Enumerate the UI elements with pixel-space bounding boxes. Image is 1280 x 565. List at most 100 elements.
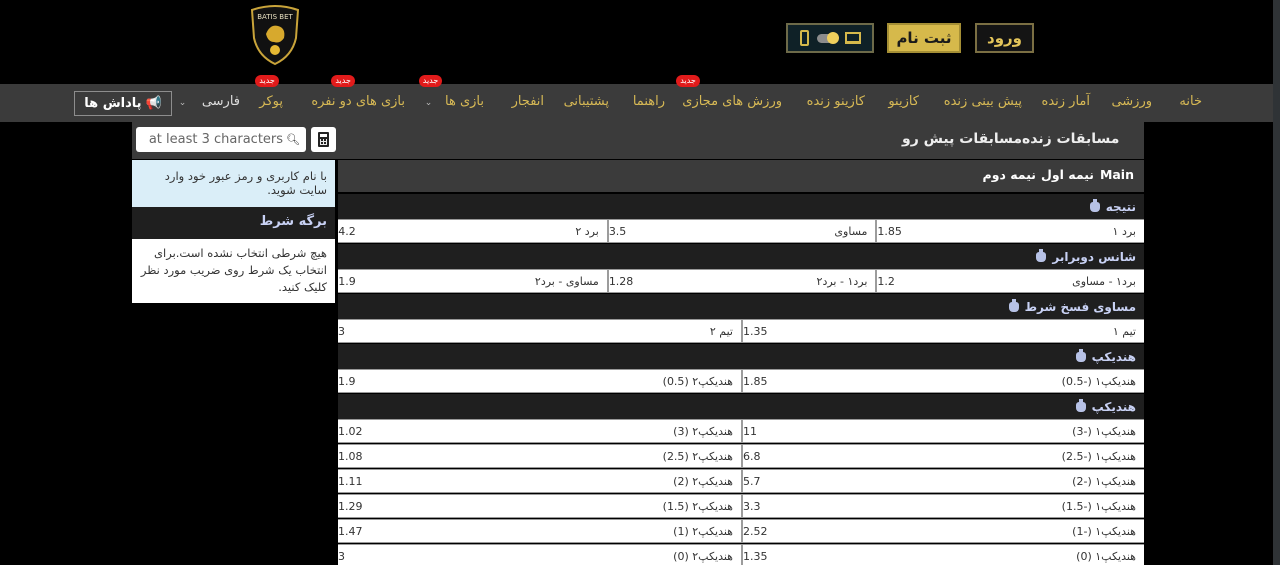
nav-label: ورزش های مجازی <box>682 94 782 109</box>
market-title: هندیکپ <box>1091 399 1136 414</box>
outcome-label: تیم ۱ <box>1112 324 1136 338</box>
outcome-label: مساوی <box>834 224 868 238</box>
odd-value: 6.8 <box>743 449 761 463</box>
nav-label: آمار زنده <box>1041 94 1090 109</box>
odds-cell[interactable]: هندیکپ۲ (1) 1.47 <box>338 520 741 542</box>
nav-label: راهنما <box>632 94 665 109</box>
outcome-label: هندیکپ۲ (0) <box>673 549 733 563</box>
language-select[interactable]: فارسی ⌄ <box>179 84 240 122</box>
odds-cell[interactable]: هندیکپ۲ (1.5) 1.29 <box>338 495 741 517</box>
outcome-label: برد ۱ <box>1112 224 1136 238</box>
search-input[interactable]: at least 3 characters 🔍︎ <box>136 127 306 152</box>
nav-label: انفجار <box>511 94 544 109</box>
outcome-label: هندیکپ۱ (-0.5) <box>1061 374 1136 388</box>
nav-item-virtual-sports[interactable]: ورزش های مجازی جدید <box>676 75 782 122</box>
odds-cell[interactable]: هندیکپ۲ (0) 3 <box>338 545 741 565</box>
nav-item-games[interactable]: بازی ها ⌄ جدید <box>418 75 484 122</box>
odds-cell[interactable]: هندیکپ۱ (-2.5) 6.8 <box>741 445 1144 467</box>
odds-cell[interactable]: هندیکپ۱ (0) 1.35 <box>741 545 1144 565</box>
chevron-down-icon: ⌄ <box>178 98 198 108</box>
market-header[interactable]: نتیجه <box>338 194 1144 219</box>
register-button[interactable]: ثبت نام <box>887 23 961 53</box>
nav-item-live-stats[interactable]: آمار زنده <box>1042 84 1090 122</box>
main-nav: خانه ورزشی آمار زنده پیش بینی زنده کازین… <box>0 75 1273 122</box>
megaphone-icon: 📢 <box>145 96 162 111</box>
odds-cell[interactable]: هندیکپ۱ (-2) 5.7 <box>741 470 1144 492</box>
outcome-label: هندیکپ۲ (2) <box>673 474 733 488</box>
scrollbar[interactable] <box>1273 0 1280 565</box>
logo-text: BATIS BET <box>257 13 293 21</box>
odds-cell[interactable]: تیم ۱ 1.35 <box>741 320 1144 342</box>
nav-label: کازینو زنده <box>806 94 865 109</box>
calculator-button[interactable] <box>311 127 336 152</box>
tab-upcoming[interactable]: مسابقات پیش رو <box>902 122 1022 159</box>
nav-item-live-betting[interactable]: پیش بینی زنده <box>944 84 1022 122</box>
odds-cell[interactable]: هندیکپ۲ (2) 1.11 <box>338 470 741 492</box>
nav-item-pvp-games[interactable]: بازی های دو نفره جدید <box>311 75 405 122</box>
odds-cell[interactable]: هندیکپ۱ (-3) 11 <box>741 420 1144 442</box>
odds-cell[interactable]: برد ۱ 1.85 <box>875 220 1144 242</box>
nav-item-home[interactable]: خانه <box>1179 84 1202 122</box>
nav-item-crash[interactable]: انفجار <box>512 84 544 122</box>
odds-cell[interactable]: مساوی 3.5 <box>606 220 876 242</box>
nav-item-casino[interactable]: کازینو <box>888 84 919 122</box>
period-tabs: Main نیمه اول نیمه دوم <box>338 160 1144 192</box>
nav-item-poker[interactable]: پوکر جدید <box>255 75 283 122</box>
odd-value: 3 <box>338 549 345 563</box>
outcome-label: مساوی - برد۲ <box>534 274 599 288</box>
odds-cell[interactable]: برد ۲ 4.2 <box>338 220 607 242</box>
market-header[interactable]: مساوی فسخ شرط <box>338 294 1144 319</box>
betslip-empty-message: هیچ شرطی انتخاب نشده است.برای انتخاب یک … <box>132 239 335 303</box>
device-toggle[interactable] <box>786 23 874 53</box>
outcome-label: هندیکپ۲ (2.5) <box>662 449 733 463</box>
language-label: فارسی <box>201 94 240 109</box>
odd-value: 1.9 <box>338 274 356 288</box>
subtab-main[interactable]: Main <box>1100 160 1134 192</box>
rewards-button[interactable]: 📢 پاداش ها <box>74 91 172 116</box>
odds-cell[interactable]: برد۱ - برد۲ 1.28 <box>606 270 876 292</box>
outcome-label: برد۱ - برد۲ <box>816 274 868 288</box>
outcome-label: هندیکپ۱ (-2.5) <box>1061 449 1136 463</box>
subtab-second-half[interactable]: نیمه دوم <box>983 160 1036 192</box>
subtab-first-half[interactable]: نیمه اول <box>1041 160 1094 192</box>
login-button[interactable]: ورود <box>975 23 1034 53</box>
nav-item-sports[interactable]: ورزشی <box>1111 84 1152 122</box>
odds-cell[interactable]: هندیکپ۲ (2.5) 1.08 <box>338 445 741 467</box>
market-header[interactable]: هندیکپ <box>338 344 1144 369</box>
new-badge: جدید <box>676 75 700 87</box>
toggle-switch[interactable] <box>816 31 839 44</box>
outcome-label: هندیکپ۱ (-3) <box>1072 424 1136 438</box>
odd-value: 1.08 <box>338 449 363 463</box>
odds-cell[interactable]: هندیکپ۲ (3) 1.02 <box>338 420 741 442</box>
site-logo[interactable]: BATIS BET <box>248 4 302 66</box>
outcome-label: برد۱ - مساوی <box>1072 274 1136 288</box>
nav-label: پوکر <box>259 94 283 109</box>
nav-label: ورزشی <box>1111 94 1152 109</box>
top-header: BATIS BET ثبت نام ورود <box>0 0 1273 84</box>
outcome-label: هندیکپ۲ (1.5) <box>662 499 733 513</box>
odds-cell[interactable]: هندیکپ۱ (-0.5) 1.85 <box>741 370 1144 392</box>
phone-icon <box>799 30 809 46</box>
odds-cell[interactable]: هندیکپ۱ (-1.5) 3.3 <box>741 495 1144 517</box>
market-title: نتیجه <box>1105 199 1136 214</box>
nav-item-help[interactable]: راهنما <box>633 84 665 122</box>
nav-item-support[interactable]: پشتیبانی <box>564 84 609 122</box>
chevron-down-icon: ⌄ <box>424 98 441 108</box>
nav-label: کازینو <box>888 94 919 109</box>
nav-item-live-casino[interactable]: کازینو زنده <box>807 84 865 122</box>
odd-value: 4.2 <box>338 224 356 238</box>
betslip-title: برگه شرط <box>132 207 335 239</box>
tab-live[interactable]: مسابقات زنده <box>1022 122 1119 159</box>
search-placeholder: at least 3 characters <box>148 132 284 147</box>
odds-cell[interactable]: تیم ۲ 3 <box>338 320 741 342</box>
market-header[interactable]: شانس دوبرابر <box>338 244 1144 269</box>
odds-cell[interactable]: هندیکپ۱ (-1) 2.52 <box>741 520 1144 542</box>
new-badge: جدید <box>418 75 443 87</box>
nav-label: بازی های دو نفره <box>311 94 405 109</box>
odds-cell[interactable]: برد۱ - مساوی 1.2 <box>875 270 1144 292</box>
odds-cell[interactable]: هندیکپ۲ (0.5) 1.9 <box>338 370 741 392</box>
odds-cell[interactable]: مساوی - برد۲ 1.9 <box>338 270 607 292</box>
market-header[interactable]: هندیکپ <box>338 394 1144 419</box>
outcome-label: هندیکپ۲ (3) <box>673 424 733 438</box>
odd-value: 5.7 <box>743 474 761 488</box>
